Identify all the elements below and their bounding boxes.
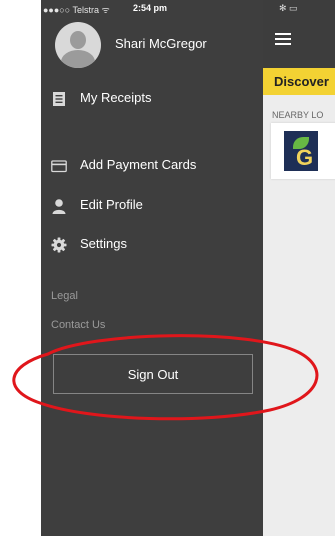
app-header: ✻ ▭ [263,0,335,68]
logo-letter: G [295,145,313,170]
hamburger-menu-icon[interactable] [275,33,291,45]
menu-item-add-payment-cards[interactable]: Add Payment Cards [51,155,251,177]
phone-screen: ✻ ▭ Discover NEARBY LO G ●●●○○ Telstra ᯤ… [41,0,335,536]
status-bar: ●●●○○ Telstra ᯤ 2:54 pm [41,0,263,18]
gear-icon [51,237,67,253]
menu-item-label: Edit Profile [80,197,143,212]
main-app-panel: ✻ ▭ Discover NEARBY LO G [263,0,335,536]
menu-item-label: My Receipts [80,90,152,105]
menu-item-edit-profile[interactable]: Edit Profile [51,195,251,217]
status-time: 2:54 pm [133,3,168,13]
menu-item-label: Settings [80,236,127,251]
side-drawer: ●●●○○ Telstra ᯤ 2:54 pm Shari McGregor M… [41,0,263,536]
receipt-icon [53,92,65,106]
legal-link[interactable]: Legal [51,290,78,302]
app-tab-bar: Discover [263,68,335,95]
menu-item-my-receipts[interactable]: My Receipts [51,88,251,110]
location-card[interactable]: G [271,123,335,179]
person-icon [52,199,66,214]
contact-us-link[interactable]: Contact Us [51,319,105,331]
user-name: Shari McGregor [115,36,207,51]
menu-item-settings[interactable]: Settings [51,234,251,256]
venue-logo: G [284,131,318,171]
sign-out-button[interactable]: Sign Out [53,354,253,394]
avatar[interactable] [55,22,101,68]
credit-card-icon [51,160,67,173]
carrier-signal: ●●●○○ Telstra ᯤ [43,5,110,15]
menu-item-label: Add Payment Cards [80,157,197,172]
tab-discover[interactable]: Discover [274,74,329,89]
bluetooth-battery-icon: ✻ ▭ [279,3,298,13]
nearby-section-label: NEARBY LO [272,110,324,120]
